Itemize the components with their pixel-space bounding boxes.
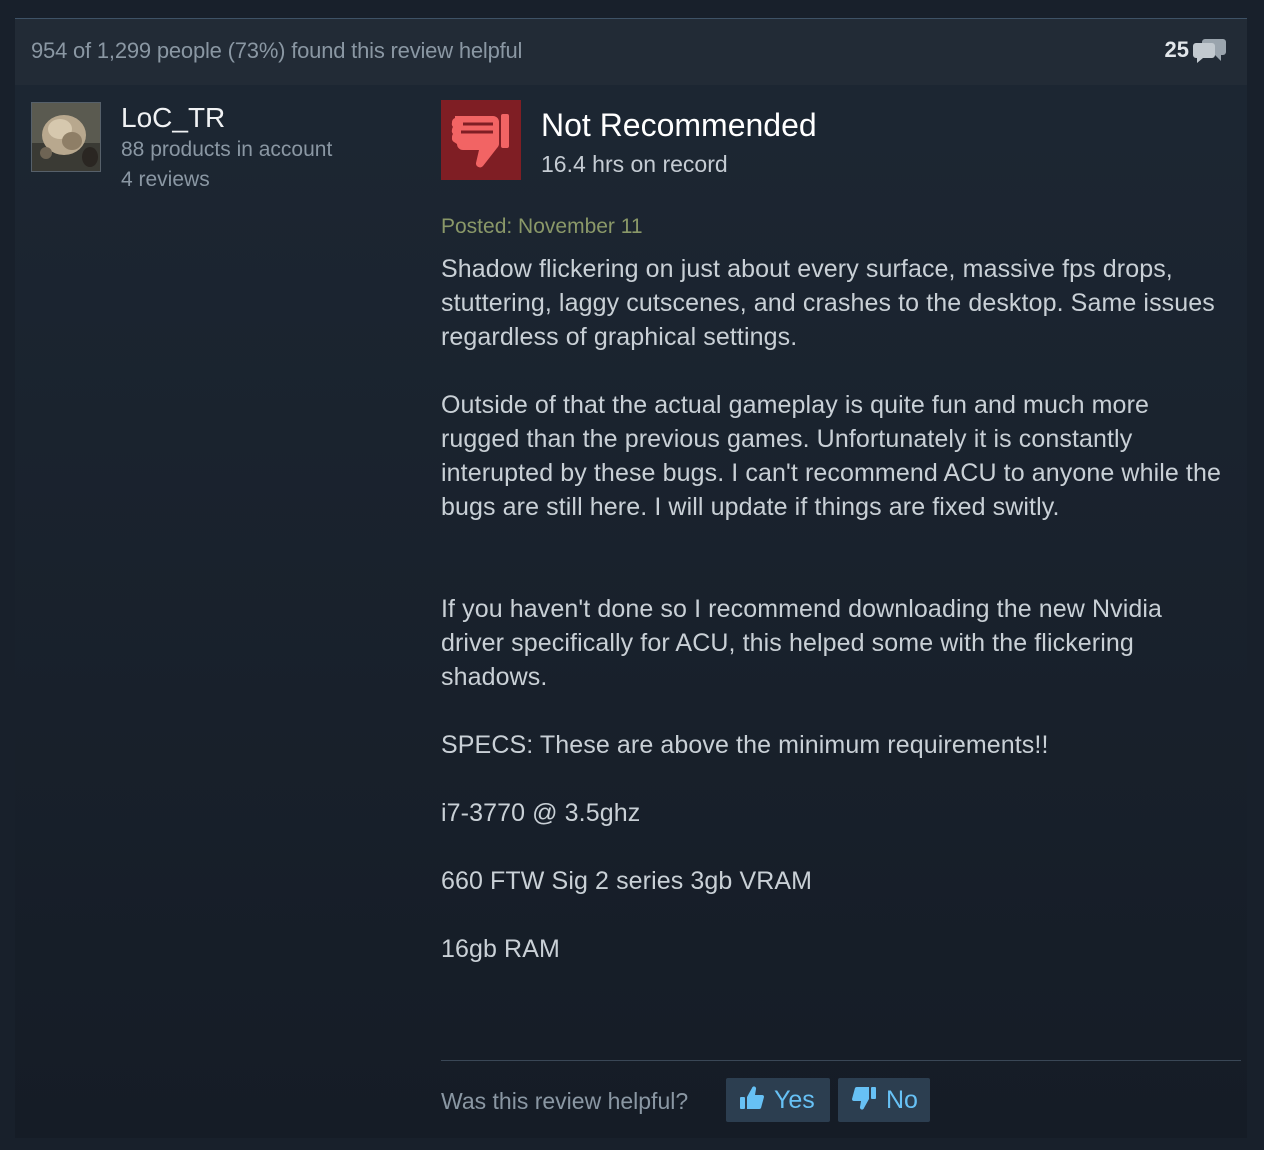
helpful-question: Was this review helpful? (441, 1088, 689, 1114)
speech-bubbles-icon (1193, 35, 1227, 65)
helpful-summary: 954 of 1,299 people (73%) found this rev… (31, 38, 523, 63)
verdict-badge (441, 100, 521, 180)
verdict-title: Not Recommended (541, 107, 817, 143)
review-card: 954 of 1,299 people (73%) found this rev… (15, 18, 1247, 1138)
thumbs-up-icon (738, 1084, 766, 1117)
avatar[interactable] (31, 102, 101, 172)
thumbs-down-icon (451, 114, 509, 168)
review-paragraph: i7-3770 @ 3.5ghz (441, 799, 641, 827)
review-paragraph: 660 FTW Sig 2 series 3gb VRAM (441, 867, 813, 895)
vote-no-button[interactable]: No (838, 1078, 930, 1122)
avatar-image (32, 103, 100, 171)
author-name[interactable]: LoC_TR (121, 102, 225, 134)
review-paragraph: Outside of that the actual gameplay is q… (441, 391, 1221, 521)
thumbs-down-icon (850, 1084, 878, 1117)
author-products[interactable]: 88 products in account (121, 138, 332, 162)
vote-yes-button[interactable]: Yes (726, 1078, 830, 1122)
review-paragraph: If you haven't done so I recommend downl… (441, 595, 1163, 691)
review-paragraph: Shadow flickering on just about every su… (441, 255, 1215, 351)
comment-count: 25 (1164, 37, 1189, 62)
hours-on-record: 16.4 hrs on record (541, 151, 728, 177)
author-reviews[interactable]: 4 reviews (121, 168, 210, 192)
vote-no-label: No (886, 1085, 918, 1114)
review-paragraph: SPECS: These are above the minimum requi… (441, 731, 1049, 759)
comment-count-link[interactable]: 25 (1165, 35, 1227, 65)
helpful-header: 954 of 1,299 people (73%) found this rev… (15, 19, 1247, 85)
review-paragraph: 16gb RAM (441, 935, 560, 963)
posted-date: Posted: November 11 (441, 215, 643, 238)
vote-yes-label: Yes (774, 1085, 815, 1114)
divider (441, 1060, 1241, 1061)
review-body: Shadow flickering on just about every su… (441, 252, 1231, 966)
